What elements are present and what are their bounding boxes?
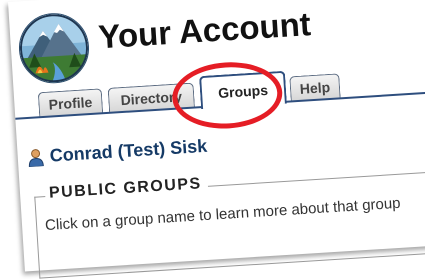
public-groups-heading: PUBLIC GROUPS (44, 174, 209, 204)
user-icon (28, 148, 44, 167)
user-row: Conrad (Test) Sisk (27, 136, 208, 168)
user-name: Conrad (Test) Sisk (49, 135, 208, 166)
account-page: Your Account Profile Directory Groups He… (8, 0, 425, 279)
mountain-logo-icon (17, 12, 91, 85)
account-tabs: Profile Directory Groups Help (37, 57, 425, 132)
tab-profile-label: Profile (48, 93, 93, 113)
highlight-circle (170, 59, 285, 132)
public-groups-section: PUBLIC GROUPS Click on a group name to l… (34, 167, 425, 279)
public-groups-description: Click on a group name to learn more abou… (44, 194, 401, 235)
tab-groups[interactable]: Groups (170, 59, 287, 132)
site-logo[interactable] (16, 11, 92, 86)
page-title: Your Account (97, 5, 312, 56)
tab-help-label: Help (299, 78, 331, 97)
